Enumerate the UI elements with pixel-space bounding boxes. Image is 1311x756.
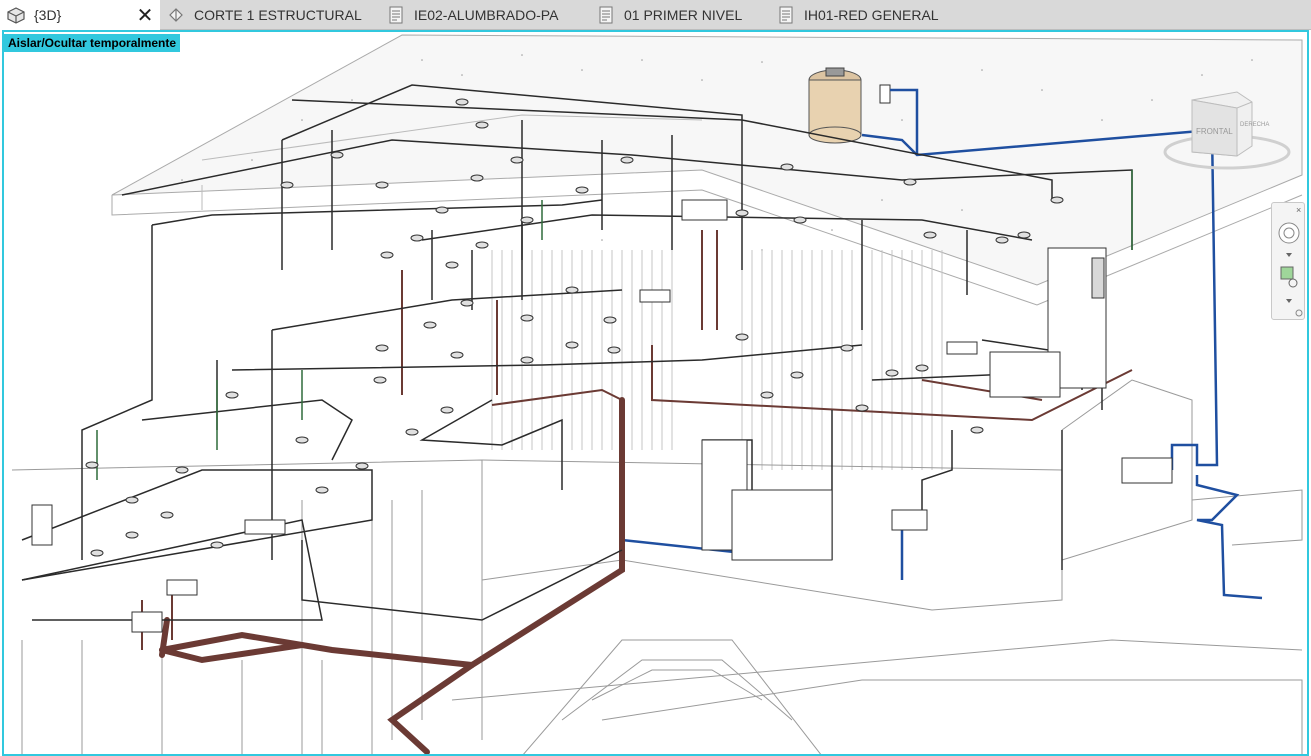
tab-ih01-red-general[interactable]: IH01-RED GENERAL bbox=[776, 0, 966, 30]
tab-01-primer-nivel[interactable]: 01 PRIMER NIVEL bbox=[596, 0, 766, 30]
navigation-bar: × bbox=[1271, 202, 1305, 320]
close-icon[interactable]: ✕ bbox=[136, 5, 154, 27]
chevron-down-icon bbox=[1286, 299, 1292, 303]
tab-corte-1-estructural[interactable]: CORTE 1 ESTRUCTURAL bbox=[166, 0, 376, 30]
section-view-icon bbox=[166, 6, 186, 24]
3d-view-icon bbox=[6, 6, 26, 24]
viewcube[interactable]: FRONTAL DERECHA bbox=[1152, 90, 1292, 180]
tab-label: IE02-ALUMBRADO-PA bbox=[414, 7, 559, 23]
sheet-icon bbox=[596, 6, 616, 24]
viewcube-front-label[interactable]: FRONTAL bbox=[1196, 127, 1233, 136]
tab-label: 01 PRIMER NIVEL bbox=[624, 7, 743, 23]
sheet-icon bbox=[776, 6, 796, 24]
3d-viewport[interactable]: FRONTAL DERECHA × bbox=[2, 30, 1309, 756]
steering-wheel-icon bbox=[1278, 222, 1300, 244]
temporary-hide-isolate-banner: Aislar/Ocultar temporalmente bbox=[4, 34, 181, 52]
sanitary-branches bbox=[141, 230, 1133, 650]
zoom-region-icon bbox=[1280, 266, 1294, 280]
tab-label: IH01-RED GENERAL bbox=[804, 7, 939, 23]
navbar-options-icon bbox=[1295, 309, 1303, 317]
building-structure bbox=[11, 379, 1303, 754]
view-tab-bar: {3D} ✕ CORTE 1 ESTRUCTURAL IE02-ALUMBRAD… bbox=[0, 0, 1311, 30]
sheet-icon bbox=[386, 6, 406, 24]
chevron-down-icon bbox=[1286, 253, 1292, 257]
tab-label: CORTE 1 ESTRUCTURAL bbox=[194, 7, 362, 23]
viewcube-right-label[interactable]: DERECHA bbox=[1240, 122, 1269, 128]
tab-3d[interactable]: {3D} ✕ bbox=[0, 0, 160, 30]
tab-label: {3D} bbox=[34, 7, 62, 23]
model-canvas bbox=[11, 34, 1303, 754]
tab-ie02-alumbrado-pa[interactable]: IE02-ALUMBRADO-PA bbox=[386, 0, 586, 30]
